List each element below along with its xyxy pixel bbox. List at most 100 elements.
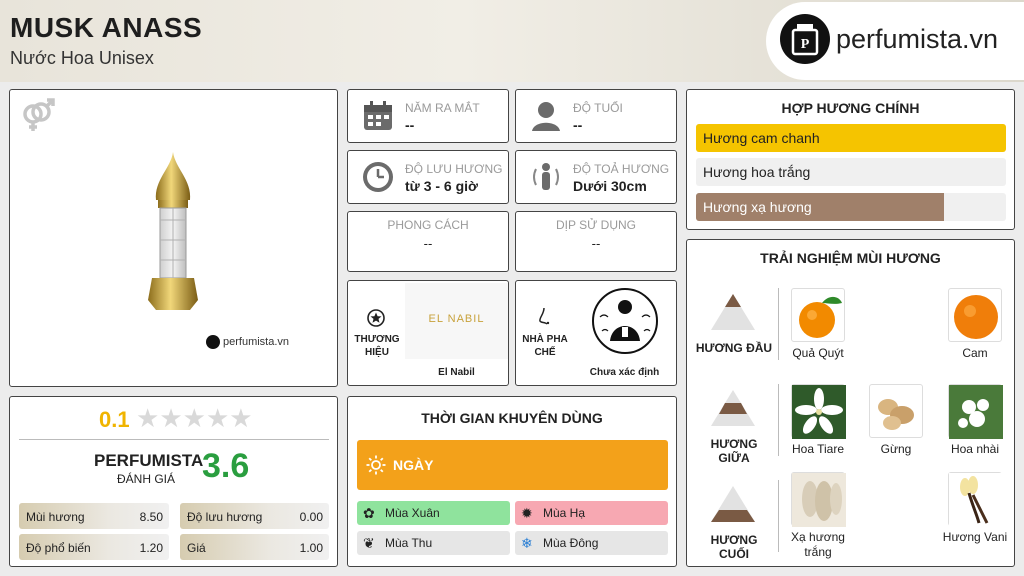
release-year-value: -- <box>405 117 415 133</box>
perfumer-card[interactable]: NHÀ PHA CHẾ Chưa xác định <box>515 280 677 386</box>
main-accords-card: HỢP HƯƠNG CHÍNH Hương cam chanh Hương ho… <box>686 89 1015 230</box>
star-icon[interactable]: ★ <box>136 403 159 433</box>
perfumer-image-box <box>586 287 664 360</box>
stat-price: Giá 1.00 <box>180 534 329 560</box>
sillage-card: ĐỘ TOẢ HƯƠNG Dưới 30cm <box>515 150 677 204</box>
stat-longevity: Độ lưu hương 0.00 <box>180 503 329 529</box>
page-title: MUSK ANASS <box>10 12 203 43</box>
base-notes-label: HƯƠNG CUỐI <box>710 533 758 561</box>
brand-name: perfumista.vn <box>836 24 999 54</box>
note-label: Hoa Tiare <box>791 442 845 456</box>
season-summer[interactable]: ✹ Mùa Hạ <box>515 501 668 525</box>
longevity-label: ĐỘ LƯU HƯƠNG <box>405 162 503 176</box>
autumn-leaf-icon: ❦ <box>363 535 375 551</box>
divider <box>19 439 329 440</box>
season-winter[interactable]: ❄ Mùa Đông <box>515 531 668 555</box>
note-tangerine-image <box>791 288 845 342</box>
person-icon <box>530 100 562 132</box>
day-banner[interactable]: NGÀY <box>357 440 668 490</box>
season-label: Mùa Xuân <box>385 506 440 520</box>
watermark: perfumista.vn <box>206 335 289 349</box>
brand-logo[interactable]: P perfumista.vn <box>766 2 1024 80</box>
season-autumn[interactable]: ❦ Mùa Thu <box>357 531 510 555</box>
longevity-card: ĐỘ LƯU HƯƠNG từ 3 - 6 giờ <box>347 150 509 204</box>
notes-pyramid-card: TRẢI NGHIỆM MÙI HƯƠNG HƯƠNG ĐẦU Quả Quýt… <box>686 239 1015 567</box>
accord-citrus: Hương cam chanh <box>696 124 1006 152</box>
stat-label: Giá <box>187 541 206 555</box>
star-rating[interactable]: ★★★★★ <box>136 403 253 434</box>
longevity-value: từ 3 - 6 giờ <box>405 178 478 194</box>
time-title: THỜI GIAN KHUYÊN DÙNG <box>421 410 603 426</box>
season-spring[interactable]: ✿ Mùa Xuân <box>357 501 510 525</box>
note-jasmine-image <box>948 384 1003 439</box>
top-notes-pyramid-icon <box>711 294 755 330</box>
perfumista-sublabel: ĐÁNH GIÁ <box>117 472 176 486</box>
occasion-card: DỊP SỬ DỤNG -- <box>515 211 677 272</box>
age-card: ĐỘ TUỔI -- <box>515 89 677 143</box>
note-label: Cam <box>962 346 988 360</box>
spring-flower-icon: ✿ <box>363 505 375 521</box>
brand-logo-box: EL NABIL <box>405 283 508 359</box>
star-icon[interactable]: ★ <box>183 403 206 433</box>
header: MUSK ANASS Nước Hoa Unisex P perfumista.… <box>0 0 1024 82</box>
perfumer-label: NHÀ PHA CHẾ <box>522 334 568 358</box>
stat-label: Độ lưu hương <box>187 510 263 524</box>
day-label: NGÀY <box>393 457 434 473</box>
stat-value: 8.50 <box>139 510 163 524</box>
style-card: PHONG CÁCH -- <box>347 211 509 272</box>
watermark-logo-icon <box>206 335 220 349</box>
perfumista-score: 3.6 <box>202 447 250 485</box>
accord-white-floral: Hương hoa trắng <box>696 158 1006 186</box>
sillage-value: Dưới 30cm <box>573 178 647 194</box>
stat-popularity: Độ phổ biến 1.20 <box>19 534 169 560</box>
season-label: Mùa Đông <box>543 536 599 550</box>
perfumer-value: Chưa xác định <box>589 367 660 378</box>
brand-card[interactable]: THƯƠNG HIỆU EL NABIL El Nabil <box>347 280 509 386</box>
clock-icon <box>362 161 394 193</box>
age-value: -- <box>573 117 583 133</box>
style-label: PHONG CÁCH <box>387 218 469 232</box>
stat-value: 1.00 <box>299 541 323 555</box>
brand-value: El Nabil <box>438 367 475 378</box>
product-image-card: perfumista.vn <box>9 89 338 387</box>
page-subtitle: Nước Hoa Unisex <box>10 48 154 68</box>
note-label: Gừng <box>880 442 912 456</box>
summer-sun-icon: ✹ <box>521 505 533 521</box>
note-white-musk-image <box>791 472 846 527</box>
rating-card: 0.1 ★★★★★ PERFUMISTA ĐÁNH GIÁ 3.6 Mùi hư… <box>9 396 338 567</box>
nose-icon <box>536 307 554 332</box>
middle-notes-label: HƯƠNG GIỮA <box>710 437 758 465</box>
age-label: ĐỘ TUỔI <box>573 101 623 115</box>
perfume-bottle-logo-icon: P <box>780 14 830 64</box>
season-label: Mùa Thu <box>385 536 433 550</box>
occasion-label: DỊP SỬ DỤNG <box>555 218 637 232</box>
star-icon[interactable]: ★ <box>159 403 182 433</box>
note-ginger-image <box>869 384 923 438</box>
user-score: 0.1 <box>99 407 130 432</box>
perfume-bottle-image <box>138 150 208 325</box>
brand-label: THƯƠNG HIỆU <box>354 334 400 358</box>
perfumista-label: PERFUMISTA <box>94 451 204 470</box>
stat-label: Độ phổ biến <box>26 541 91 555</box>
top-notes-label: HƯƠNG ĐẦU <box>695 341 773 355</box>
release-year-card: NĂM RA MẮT -- <box>347 89 509 143</box>
middle-notes-pyramid-icon <box>711 390 755 426</box>
accord-label: Hương hoa trắng <box>703 164 811 180</box>
accord-label: Hương cam chanh <box>703 130 820 146</box>
season-label: Mùa Hạ <box>543 506 586 520</box>
star-icon[interactable]: ★ <box>206 403 229 433</box>
note-label: Xạ hương trắng <box>791 530 845 559</box>
base-notes-pyramid-icon <box>711 486 755 522</box>
sun-icon <box>366 455 386 480</box>
gender-unisex-icon <box>20 98 56 139</box>
occasion-value: -- <box>591 236 601 251</box>
note-tiare-image <box>791 384 846 439</box>
svg-text:P: P <box>801 37 810 52</box>
accords-title: HỢP HƯƠNG CHÍNH <box>781 100 920 116</box>
note-label: Quả Quýt <box>792 346 844 360</box>
calendar-icon <box>362 100 394 132</box>
note-vanilla-image <box>948 472 1003 527</box>
star-icon[interactable]: ★ <box>229 403 252 433</box>
stat-scent: Mùi hương 8.50 <box>19 503 169 529</box>
notes-title: TRẢI NGHIỆM MÙI HƯƠNG <box>760 250 941 266</box>
